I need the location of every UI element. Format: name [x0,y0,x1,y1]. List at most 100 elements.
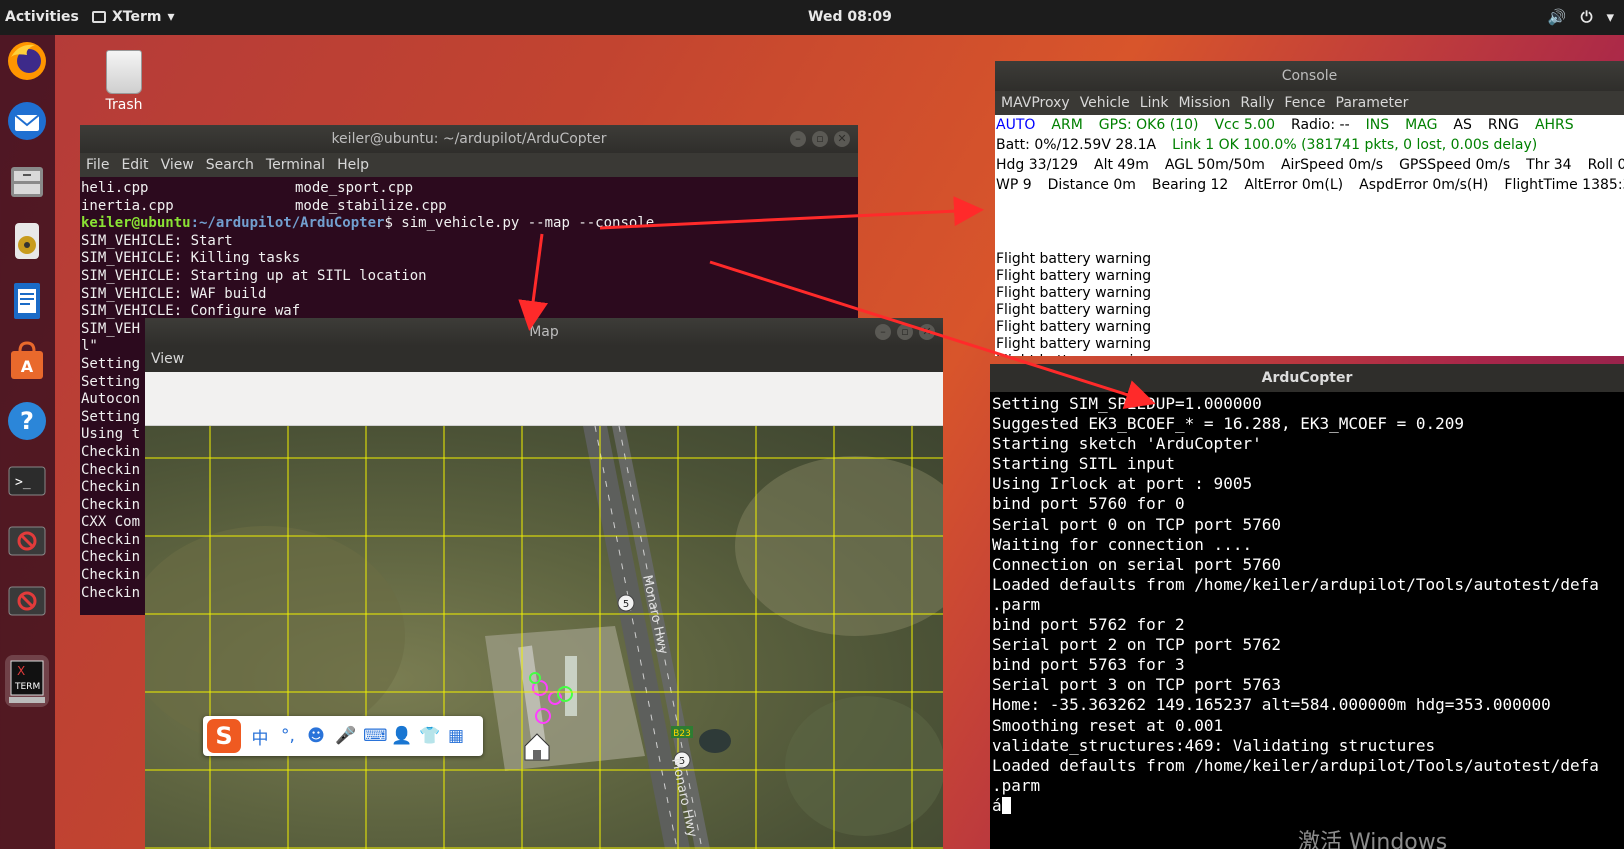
terminal-line: Serial port 0 on TCP port 5760 [992,514,1281,534]
map-titlebar[interactable]: Map – ▫ ✕ [145,318,943,346]
map-view[interactable]: 5 5 B23 Monaro Hwy Monaro Hwy [145,426,943,849]
help-icon[interactable]: ? [5,399,49,443]
firefox-icon[interactable] [5,39,49,83]
terminal-line: validate_structures:469: Validating stru… [992,735,1436,755]
blocked-app-icon[interactable] [5,579,49,623]
software-center-icon[interactable]: A [5,339,49,383]
menu-vehicle[interactable]: Vehicle [1080,95,1130,111]
terminal-line: SIM_VEHICLE: Killing tasks [81,250,301,267]
menu-search[interactable]: Search [206,157,254,173]
terminal-line: Home: -35.363262 149.165237 alt=584.0000… [992,695,1551,715]
status-field: Radio: -- [1291,117,1350,133]
log-line: Flight battery warning [996,285,1152,301]
menu-view[interactable]: View [151,351,184,367]
trash-desktop-icon[interactable]: Trash [102,50,146,113]
writer-icon[interactable] [5,279,49,323]
toolbox-icon[interactable]: ▦ [447,726,465,746]
app-name: XTerm [112,9,162,25]
menu-help[interactable]: Help [337,157,369,173]
user-icon[interactable]: 👤 [391,726,412,746]
terminal-line: Smoothing reset at 0.001 [992,715,1224,735]
maximize-icon[interactable]: ▫ [812,131,828,147]
window-title: Console [1281,68,1338,84]
terminal-line: inertia.cpp mode_stabilize.cpp [81,197,447,214]
terminal-line: Starting SITL input [992,454,1176,474]
road-shield: 5 [623,599,629,610]
minimize-icon[interactable]: – [875,324,891,340]
menu-edit[interactable]: Edit [121,157,148,173]
sogou-logo-icon[interactable]: S [207,719,241,753]
blocked-app-icon[interactable] [5,519,49,563]
terminal-line: Setting SIM_SPEEDUP=1.000000 [992,394,1262,413]
close-icon[interactable]: ✕ [834,131,850,147]
menu-rally[interactable]: Rally [1240,95,1274,111]
terminal-line: Starting sketch 'ArduCopter' [992,434,1262,454]
status-field: WP 9 [996,177,1032,193]
menu-terminal[interactable]: Terminal [266,157,325,173]
xterm-icon[interactable]: X TERM [5,655,49,707]
clock[interactable]: Wed 08:09 [808,9,892,25]
status-field: INS [1365,117,1390,133]
emoji-icon[interactable]: ☻ [307,726,325,746]
skin-icon[interactable]: 👕 [419,726,440,746]
log-line: Flight battery warning [996,302,1152,318]
menu-fence[interactable]: Fence [1284,95,1325,111]
activities-button[interactable]: Activities [5,9,79,25]
arducopter-output[interactable]: Setting SIM_SPEEDUP=1.000000 Suggested EK… [992,394,1624,849]
keyboard-icon[interactable]: ⌨ [363,726,388,746]
chevron-down-icon: ▾ [167,9,175,25]
status-field: Batt: 0%/12.59V 28.1A [996,137,1157,153]
thunderbird-icon[interactable] [5,99,49,143]
terminal-line: Serial port 2 on TCP port 5762 [992,635,1281,655]
terminal-line: Loaded defaults from /home/keiler/ardupi… [992,755,1599,775]
rhythmbox-icon[interactable] [5,219,49,263]
maximize-icon[interactable]: ▫ [897,324,913,340]
files-icon[interactable] [5,159,49,203]
minimize-icon[interactable]: – [790,131,806,147]
log-line: Flight battery warning [996,251,1152,267]
window-title: keiler@ubuntu: ~/ardupilot/ArduCopter [331,131,607,147]
ime-toolbar[interactable]: S 中 °, ☻ 🎤 ⌨ 👤 👕 ▦ [203,716,483,756]
terminal-line: Connection on serial port 5760 [992,554,1281,574]
status-field: Hdg 33/129 [996,157,1079,173]
status-field: Distance 0m [1047,177,1136,193]
close-icon[interactable]: ✕ [919,324,935,340]
map-menubar: View [145,346,943,372]
status-field: FlightTime 1385:3 [1504,177,1624,193]
menu-file[interactable]: File [86,157,109,173]
system-menu[interactable]: 🔊 ⏻ ▾ [1548,8,1614,26]
console-titlebar[interactable]: Console [995,61,1624,91]
status-field: RNG [1487,117,1519,133]
top-bar: Activities XTerm ▾ Wed 08:09 🔊 ⏻ ▾ [0,0,1624,35]
xterm-label-top: X [17,664,25,678]
xterm-label-bottom: TERM [14,682,40,692]
terminal-icon[interactable]: >_ [5,459,49,503]
chinese-mode-icon[interactable]: 中 [251,724,269,749]
status-field: Link 1 OK 100.0% (381741 pkts, 0 lost, 0… [1172,137,1538,153]
map-window[interactable]: Map – ▫ ✕ View 5 5 B23 Monaro Hwy Monaro… [145,318,943,849]
app-menu[interactable]: XTerm ▾ [92,9,175,25]
console-window[interactable]: Console MAVProxy Vehicle Link Mission Ra… [995,61,1624,356]
log-line: Flight battery warning [996,319,1152,335]
console-log[interactable]: Flight battery warning Flight battery war… [996,251,1151,356]
status-row: AUTO ARM GPS: OK6 (10) Vcc 5.00 Radio: -- INS… [995,115,1624,135]
status-field: AS [1453,117,1472,133]
terminal-input-line[interactable]: á [992,796,1624,816]
terminal-line: Waiting for connection .... [992,534,1253,554]
terminal-line: SIM_VEHICLE: Starting up at SITL locatio… [81,267,427,284]
menu-mavproxy[interactable]: MAVProxy [1001,95,1070,111]
punctuation-icon[interactable]: °, [279,726,297,746]
menu-view[interactable]: View [161,157,194,173]
status-field: GPS: OK6 (10) [1098,117,1199,133]
menu-parameter[interactable]: Parameter [1336,95,1409,111]
window-title: Map [529,324,559,340]
arducopter-window[interactable]: ArduCopter Setting SIM_SPEEDUP=1.000000 S… [990,364,1624,849]
menu-mission[interactable]: Mission [1178,95,1230,111]
status-field: AGL 50m/50m [1164,157,1265,173]
terminal-titlebar[interactable]: keiler@ubuntu: ~/ardupilot/ArduCopter – … [80,125,858,153]
arducopter-titlebar[interactable]: ArduCopter [990,364,1624,392]
menu-link[interactable]: Link [1140,95,1169,111]
prompt-user: keiler@ubuntu [81,215,191,232]
microphone-icon[interactable]: 🎤 [335,726,356,746]
status-field: Vcc 5.00 [1214,117,1276,133]
